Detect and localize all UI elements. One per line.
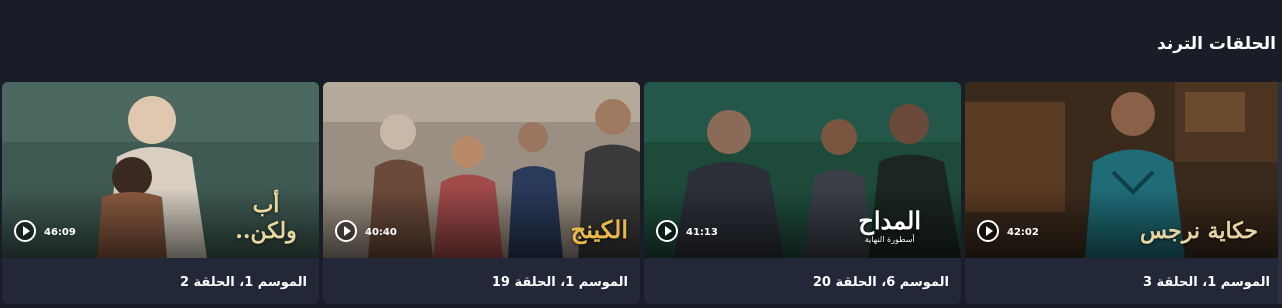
episode-card[interactable]: الكينج 40:40 الموسم 1، الحلقة 19 xyxy=(323,82,640,304)
play-button[interactable] xyxy=(977,220,999,242)
show-logo-text: الكينج xyxy=(570,215,628,244)
show-logo-text: حكاية نرجس xyxy=(1140,218,1258,244)
episode-title[interactable]: الموسم 1، الحلقة 2 xyxy=(180,275,307,290)
show-logo: حكاية نرجس xyxy=(1140,218,1258,244)
play-icon xyxy=(664,226,672,236)
episode-title[interactable]: الموسم 6، الحلقة 20 xyxy=(813,275,949,290)
duration-label: 41:13 xyxy=(686,227,718,238)
show-logo-text: أب ولكن.. xyxy=(235,192,297,244)
episode-thumbnail[interactable]: المداح أسطورة النهاية 41:13 xyxy=(644,82,961,258)
episode-title[interactable]: الموسم 1، الحلقة 19 xyxy=(492,275,628,290)
show-logo: أب ولكن.. xyxy=(231,192,301,244)
show-logo-text: المداح xyxy=(858,206,921,235)
play-icon xyxy=(343,226,351,236)
play-button[interactable] xyxy=(14,220,36,242)
play-icon xyxy=(985,226,993,236)
show-logo: المداح أسطورة النهاية xyxy=(858,206,921,244)
show-logo-subtitle: أسطورة النهاية xyxy=(864,235,915,244)
episode-card[interactable]: المداح أسطورة النهاية 41:13 الموسم 6، ال… xyxy=(644,82,961,304)
episode-thumbnail[interactable]: أب ولكن.. 46:09 xyxy=(2,82,319,258)
play-icon xyxy=(22,226,30,236)
duration-label: 42:02 xyxy=(1007,227,1039,238)
play-button[interactable] xyxy=(656,220,678,242)
episode-carousel: حكاية نرجس 42:02 الموسم 1، الحلقة 3 المد… xyxy=(2,82,1282,304)
duration-label: 46:09 xyxy=(44,227,76,238)
episode-title[interactable]: الموسم 1، الحلقة 3 xyxy=(1143,275,1270,290)
show-logo: الكينج xyxy=(571,215,628,244)
episode-card[interactable]: حكاية نرجس 42:02 الموسم 1، الحلقة 3 xyxy=(965,82,1282,304)
play-button[interactable] xyxy=(335,220,357,242)
carousel-scrollbar[interactable] xyxy=(1278,82,1282,304)
duration-label: 40:40 xyxy=(365,227,397,238)
episode-thumbnail[interactable]: الكينج 40:40 xyxy=(323,82,640,258)
section-title: الحلقات الترند xyxy=(1157,34,1276,54)
trending-episodes-section: الحلقات الترند حكاية نرجس 42:02 الموسم 1… xyxy=(0,0,1282,308)
episode-thumbnail[interactable]: حكاية نرجس 42:02 xyxy=(965,82,1282,258)
episode-card[interactable]: أب ولكن.. 46:09 الموسم 1، الحلقة 2 xyxy=(2,82,319,304)
